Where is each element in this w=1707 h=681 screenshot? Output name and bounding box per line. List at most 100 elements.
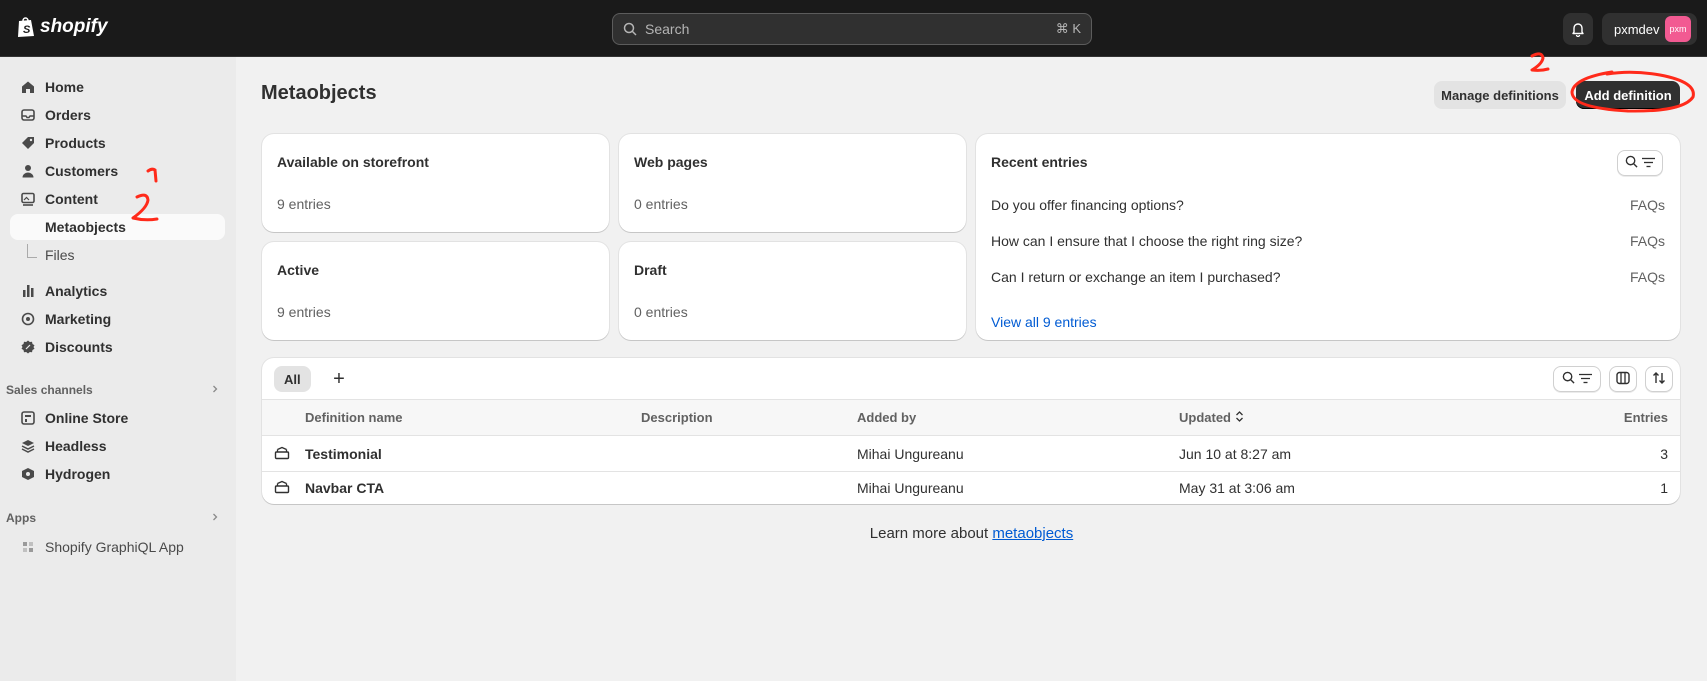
shopify-logo[interactable]: S shopify	[16, 16, 108, 38]
recent-entry-text: Can I return or exchange an item I purch…	[991, 269, 1281, 285]
sort-caret-icon	[1235, 410, 1244, 425]
person-icon	[20, 163, 36, 179]
sidebar-item-label: Customers	[45, 163, 119, 179]
metaobject-icon	[274, 480, 290, 497]
column-header-entries[interactable]: Entries	[1624, 410, 1668, 425]
sidebar-item-label: Files	[45, 247, 75, 263]
sidebar-item-files[interactable]: Files	[10, 242, 225, 268]
view-tabs: All +	[262, 358, 1680, 400]
tab-all[interactable]: All	[274, 366, 311, 392]
svg-text:S: S	[23, 24, 31, 36]
sidebar-item-marketing[interactable]: Marketing	[10, 306, 225, 332]
account-menu[interactable]: pxmdev pxm	[1602, 13, 1697, 45]
bar-chart-icon	[20, 283, 36, 299]
sidebar-item-content[interactable]: Content	[10, 186, 225, 212]
recent-entry[interactable]: Do you offer financing options? FAQs	[991, 197, 1665, 213]
recent-entry[interactable]: How can I ensure that I choose the right…	[991, 233, 1665, 249]
home-icon	[20, 79, 36, 95]
sidebar-item-label: Marketing	[45, 311, 112, 327]
sidebar-item-analytics[interactable]: Analytics	[10, 278, 225, 304]
definition-name[interactable]: Testimonial	[305, 446, 382, 462]
notifications-button[interactable]	[1563, 13, 1593, 45]
definition-added-by: Mihai Ungureanu	[857, 446, 964, 462]
column-header-label: Updated	[1179, 410, 1231, 425]
column-header-updated[interactable]: Updated	[1179, 410, 1244, 425]
table-row[interactable]: Testimonial Mihai Ungureanu Jun 10 at 8:…	[262, 438, 1680, 471]
stat-title: Active	[277, 262, 320, 278]
recent-entry-text: How can I ensure that I choose the right…	[991, 233, 1303, 249]
target-icon	[20, 311, 36, 327]
sidebar-item-headless[interactable]: Headless	[10, 433, 225, 459]
sidebar-item-label: Metaobjects	[45, 219, 126, 235]
search-filter-button[interactable]	[1553, 366, 1601, 392]
brand-name: shopify	[40, 16, 108, 37]
avatar: pxm	[1665, 16, 1691, 42]
stat-title: Available on storefront	[277, 154, 429, 170]
column-header-description[interactable]: Description	[641, 410, 713, 425]
sidebar-item-discounts[interactable]: Discounts	[10, 334, 225, 360]
headless-icon	[20, 438, 36, 454]
sales-channels-header[interactable]: Sales channels	[6, 380, 220, 400]
column-header-added-by[interactable]: Added by	[857, 410, 916, 425]
sidebar-item-label: Products	[45, 135, 106, 151]
section-label: Sales channels	[6, 383, 93, 397]
recent-entries-title: Recent entries	[991, 154, 1088, 170]
sort-arrows-icon	[1652, 371, 1666, 388]
sidebar-item-orders[interactable]: Orders	[10, 102, 225, 128]
stat-card-active[interactable]: Active 9 entries	[262, 242, 609, 340]
definition-entries: 1	[1660, 480, 1668, 496]
sidebar-item-customers[interactable]: Customers	[10, 158, 225, 184]
stat-card-draft[interactable]: Draft 0 entries	[619, 242, 966, 340]
store-name: pxmdev	[1614, 21, 1660, 37]
sidebar-item-online-store[interactable]: Online Store	[10, 405, 225, 431]
chevron-right-icon	[210, 511, 220, 525]
sidebar-item-products[interactable]: Products	[10, 130, 225, 156]
sidebar-item-label: Analytics	[45, 283, 108, 299]
stat-card-storefront[interactable]: Available on storefront 9 entries	[262, 134, 609, 232]
hydrogen-icon	[20, 466, 36, 482]
search-bar[interactable]: Search ⌘ K	[612, 13, 1092, 45]
shopify-bag-icon: S	[18, 17, 34, 37]
definition-name[interactable]: Navbar CTA	[305, 480, 384, 496]
definition-updated: May 31 at 3:06 am	[1179, 480, 1295, 496]
recent-entry-text: Do you offer financing options?	[991, 197, 1184, 213]
sidebar-item-label: Content	[45, 191, 98, 207]
definition-entries: 3	[1660, 446, 1668, 462]
page-title: Metaobjects	[261, 82, 377, 104]
learn-more-text: Learn more about metaobjects	[0, 525, 1707, 542]
discount-icon	[20, 339, 36, 355]
stat-value: 0 entries	[634, 196, 688, 212]
view-all-entries-link[interactable]: View all 9 entries	[991, 314, 1097, 330]
top-bar: S shopify Search ⌘ K pxmdev pxm	[0, 0, 1707, 57]
table-header: Definition name Description Added by Upd…	[262, 400, 1680, 436]
sidebar-item-hydrogen[interactable]: Hydrogen	[10, 461, 225, 487]
sort-button[interactable]	[1645, 366, 1673, 392]
table-row[interactable]: Navbar CTA Mihai Ungureanu May 31 at 3:0…	[262, 471, 1680, 504]
search-filter-button[interactable]	[1617, 150, 1663, 176]
tag-icon	[20, 135, 36, 151]
columns-button[interactable]	[1609, 366, 1637, 392]
sidebar-item-metaobjects[interactable]: Metaobjects	[10, 214, 225, 240]
column-header-name[interactable]: Definition name	[305, 410, 403, 425]
stat-card-web-pages[interactable]: Web pages 0 entries	[619, 134, 966, 232]
sidebar-item-home[interactable]: Home	[10, 74, 225, 100]
stat-title: Draft	[634, 262, 667, 278]
sidebar-item-label: Discounts	[45, 339, 113, 355]
stat-title: Web pages	[634, 154, 708, 170]
metaobjects-help-link[interactable]: metaobjects	[992, 525, 1073, 542]
learn-more-prefix: Learn more about	[869, 525, 993, 542]
manage-definitions-button[interactable]: Manage definitions	[1434, 81, 1566, 109]
search-icon	[1625, 155, 1638, 171]
search-icon	[623, 22, 637, 36]
search-icon	[1562, 371, 1575, 387]
recent-entry-type: FAQs	[1629, 269, 1665, 285]
recent-entry-type: FAQs	[1629, 233, 1665, 249]
definition-updated: Jun 10 at 8:27 am	[1179, 446, 1292, 462]
add-view-button[interactable]: +	[326, 366, 352, 392]
stat-value: 9 entries	[277, 196, 331, 212]
recent-entry[interactable]: Can I return or exchange an item I purch…	[991, 269, 1665, 285]
chevron-right-icon	[210, 383, 220, 397]
add-definition-button[interactable]: Add definition	[1576, 81, 1680, 109]
store-icon	[20, 410, 36, 426]
recent-entry-type: FAQs	[1629, 197, 1665, 213]
